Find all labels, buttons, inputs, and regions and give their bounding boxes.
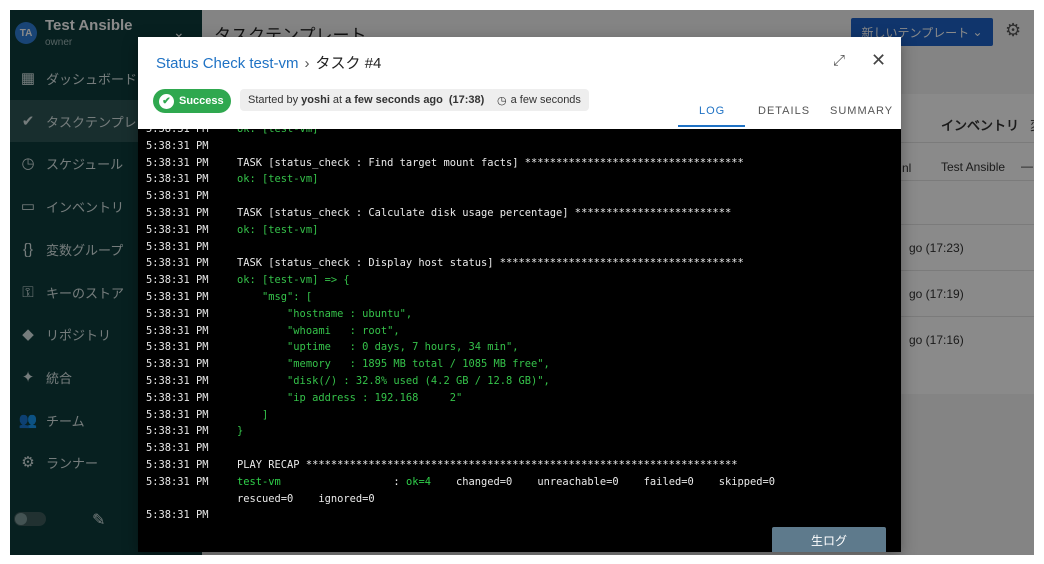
task-title: タスク #4 <box>315 55 382 72</box>
duration-value: a few seconds <box>510 94 581 106</box>
log-timestamp: 5:38:31 PM <box>146 425 209 438</box>
log-timestamp: 5:38:31 PM <box>146 442 209 455</box>
log-message: "hostname : ubuntu", <box>237 307 413 320</box>
log-line: 5:38:31 PM "hostname : ubuntu", <box>138 306 901 323</box>
log-line: 5:38:31 PM "whoami : root", <box>138 323 901 340</box>
log-line: 5:38:31 PM ok: [test-vm] <box>138 129 901 138</box>
log-timestamp: 5:38:31 PM <box>146 341 209 354</box>
log-line: 5:38:31 PM test-vm : ok=4 changed=0 unrea… <box>138 474 901 491</box>
log-timestamp: 5:38:31 PM <box>146 291 209 303</box>
log-message: TASK [status_check : Calculate disk usag… <box>237 207 732 219</box>
log-line: 5:38:31 PM} <box>138 423 901 440</box>
log-timestamp: 5:38:31 PM <box>146 223 209 236</box>
status-label: Success <box>179 95 224 107</box>
log-line: 5:38:31 PM <box>138 188 901 205</box>
log-line: 5:38:31 PM "memory : 1895 MB total / 108… <box>138 356 901 373</box>
recap-line: test-vm : ok=4 changed=0 unreachable=0 f… <box>237 474 775 491</box>
log-timestamp: 5:38:31 PM <box>146 509 209 522</box>
app-window: TA Test Ansible owner ⌄ ▦ ダッシュボード ✔ タスクテンプレ… <box>10 10 1034 555</box>
started-by-chip: Started by yoshi at a few seconds ago (1… <box>240 89 496 111</box>
log-line: 5:38:31 PM "msg": [ <box>138 289 901 306</box>
log-timestamp: 5:38:31 PM <box>146 173 209 186</box>
log-output[interactable]: 5:38:31 PM rescued=0 ignored=0 5:38:31 PM t… <box>138 129 901 552</box>
chevron-right-icon: › <box>304 55 310 72</box>
log-line: rescued=0 ignored=0 <box>138 491 901 508</box>
log-line: 5:38:31 PM "uptime : 0 days, 7 hours, 34… <box>138 339 901 356</box>
log-message: ok: [test-vm] <box>237 173 319 186</box>
log-message: "msg": [ <box>237 291 313 303</box>
close-icon[interactable]: ✕ <box>871 50 886 71</box>
log-message: ok: [test-vm] => { <box>237 274 350 287</box>
log-message: "disk(/) : 32.8% used (4.2 GB / 12.8 GB)… <box>237 375 550 387</box>
log-line: 5:38:31 PM ok: [test-vm] <box>138 171 901 188</box>
log-timestamp: 5:38:31 PM <box>146 274 209 287</box>
tab-summary[interactable]: SUMMARY <box>830 105 893 117</box>
log-timestamp: 5:38:31 PM <box>146 391 209 404</box>
tab-details[interactable]: DETAILS <box>758 105 810 117</box>
status-badge: ✔ Success <box>153 89 231 113</box>
template-link[interactable]: Status Check test-vm <box>156 55 299 72</box>
log-line: 5:38:31 PM <box>138 239 901 256</box>
log-message: } <box>237 425 244 438</box>
started-at: at <box>332 94 343 106</box>
log-timestamp: 5:38:31 PM <box>146 257 209 270</box>
log-timestamp: 5:38:31 PM <box>146 475 209 488</box>
recap-host: test-vm <box>237 475 281 488</box>
log-line: 5:38:31 PM <box>138 440 901 457</box>
log-timestamp: 5:38:31 PM <box>146 324 209 337</box>
expand-icon[interactable]: ⤢ <box>833 52 845 69</box>
log-line: 5:38:31 PM TASK [status_check : Display h… <box>138 255 901 272</box>
log-timestamp: 5:38:31 PM <box>146 375 209 387</box>
log-timestamp: 5:38:31 PM <box>146 207 209 219</box>
log-line: 5:38:31 PM <box>138 507 901 524</box>
recap-ok: ok=4 <box>405 475 431 488</box>
log-timestamp: 5:38:31 PM <box>146 240 209 253</box>
log-timestamp: 5:38:31 PM <box>146 459 209 471</box>
log-timestamp: 5:38:31 PM <box>146 190 209 203</box>
log-line: 5:38:31 PM <box>138 138 901 155</box>
log-message: "ip address : 192.168 2" <box>237 391 463 404</box>
duration-chip: ◷ a few seconds <box>489 89 589 111</box>
log-timestamp: 5:38:31 PM <box>146 139 209 152</box>
log-message: TASK [status_check : Display host status… <box>237 257 744 270</box>
started-when: a few seconds ago <box>345 94 443 106</box>
log-message: rescued=0 ignored=0 <box>237 492 375 505</box>
log-line: 5:38:31 PM TASK [status_check : Find targ… <box>138 155 901 172</box>
raw-log-button[interactable]: 生ログ <box>772 527 886 552</box>
log-timestamp: 5:38:31 PM <box>146 307 209 320</box>
log-line: 5:38:31 PM PLAY RECAP *******************… <box>138 457 901 474</box>
active-tab-indicator <box>678 125 745 127</box>
check-icon: ✔ <box>159 93 174 109</box>
tab-log[interactable]: LOG <box>699 105 725 117</box>
log-message: ] <box>237 408 269 421</box>
log-line: 5:38:31 PM ] <box>138 407 901 424</box>
recap-counts: changed=0 unreachable=0 failed=0 skipped… <box>456 475 776 488</box>
started-prefix: Started by <box>248 94 299 106</box>
log-message: TASK [status_check : Find target mount f… <box>237 156 744 169</box>
started-time: (17:38) <box>448 94 485 106</box>
log-timestamp: 5:38:31 PM <box>146 156 209 169</box>
task-log-dialog: Status Check test-vm › タスク #4 ⤢ ✕ ✔ Succes… <box>138 37 901 552</box>
log-message: "uptime : 0 days, 7 hours, 34 min", <box>237 341 519 354</box>
recap-separator: : <box>393 475 400 488</box>
clock-icon: ◷ <box>497 94 507 107</box>
log-timestamp: 5:38:31 PM <box>146 408 209 421</box>
log-message: ok: [test-vm] <box>237 223 319 236</box>
log-line: 5:38:31 PM "ip address : 192.168 2" <box>138 390 901 407</box>
log-message: "whoami : root", <box>237 324 400 337</box>
log-line: 5:38:31 PM TASK [status_check : Calculate… <box>138 205 901 222</box>
breadcrumb: Status Check test-vm › タスク #4 <box>156 52 381 73</box>
log-line: 5:38:31 PM ok: [test-vm] <box>138 222 901 239</box>
log-message: ok: [test-vm] <box>237 129 319 135</box>
log-message: "memory : 1895 MB total / 1085 MB free", <box>237 358 550 371</box>
started-user: yoshi <box>301 94 330 106</box>
log-timestamp: 5:38:31 PM <box>146 358 209 371</box>
log-line: 5:38:31 PM ok: [test-vm] => { <box>138 272 901 289</box>
log-timestamp: 5:38:31 PM <box>146 129 209 135</box>
log-line: 5:38:31 PM "disk(/) : 32.8% used (4.2 GB… <box>138 373 901 390</box>
log-message: PLAY RECAP *****************************… <box>237 459 738 471</box>
